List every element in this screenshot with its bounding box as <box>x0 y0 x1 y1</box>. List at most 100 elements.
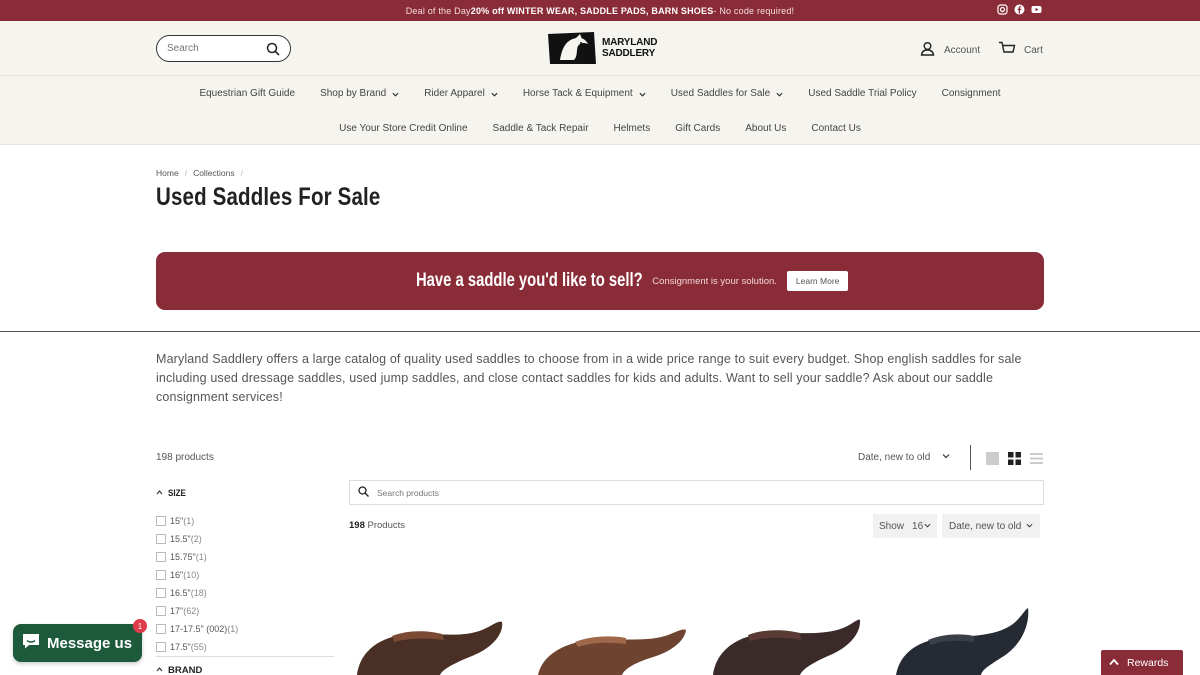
nav-item[interactable]: Rider Apparel <box>412 88 511 99</box>
saddle-image <box>713 619 861 675</box>
main-nav: Equestrian Gift Guide Shop by Brand Rider … <box>0 76 1200 145</box>
size-filter-option[interactable]: 16.5" (18) <box>156 584 334 602</box>
checkbox[interactable] <box>156 534 166 544</box>
show-value: 16 <box>912 520 924 532</box>
nav-item[interactable]: Used Saddle Trial Policy <box>796 88 929 99</box>
checkbox[interactable] <box>156 516 166 526</box>
view-toggle <box>986 452 1043 465</box>
instagram-icon[interactable] <box>997 4 1008 15</box>
cart-link[interactable]: Cart <box>998 41 1043 59</box>
size-filter-option[interactable]: 17.5" (55) <box>156 638 334 656</box>
checkbox[interactable] <box>156 642 166 652</box>
show-per-page-select[interactable]: Show 16 <box>873 514 938 538</box>
large-grid-view-icon[interactable] <box>986 452 999 465</box>
announcement-highlight: 20% off WINTER WEAR, SADDLE PADS, BARN S… <box>470 5 714 16</box>
banner-subtext: Consignment is your solution. <box>652 275 777 287</box>
saddle-image <box>538 629 686 675</box>
checkbox[interactable] <box>156 606 166 616</box>
size-label: 17-17.5" (002) <box>170 624 228 634</box>
size-filter-toggle[interactable]: SIZE <box>156 488 189 499</box>
search-icon <box>358 484 369 502</box>
nav-item[interactable]: Equestrian Gift Guide <box>187 88 308 99</box>
nav-item-label: Rider Apparel <box>424 88 485 99</box>
nav-item[interactable]: Gift Cards <box>663 123 733 134</box>
product-card[interactable] <box>886 600 1046 675</box>
nav-row-primary: Equestrian Gift Guide Shop by Brand Rider … <box>0 76 1200 111</box>
nav-item[interactable]: Saddle & Tack Repair <box>480 123 601 134</box>
nav-item[interactable]: Helmets <box>601 123 663 134</box>
size-label: 17.5" <box>170 642 191 652</box>
checkbox[interactable] <box>156 552 166 562</box>
nav-item[interactable]: About Us <box>733 123 799 134</box>
size-label: 15" <box>170 516 184 526</box>
search-icon[interactable] <box>266 42 280 61</box>
logo-text: MARYLAND SADDLERY <box>602 37 657 59</box>
message-us-button[interactable]: Message us 1 <box>13 619 147 662</box>
learn-more-button[interactable]: Learn More <box>786 271 849 291</box>
breadcrumb: Home / Collections / <box>156 168 243 178</box>
announcement-bar: Deal of the Day 20% off WINTER WEAR, SAD… <box>0 0 1200 21</box>
small-grid-view-icon[interactable] <box>1008 452 1021 465</box>
brand-filter-toggle[interactable]: BRAND <box>156 665 202 675</box>
nav-item[interactable]: Shop by Brand <box>308 88 412 99</box>
product-sort-select[interactable]: Date, new to old <box>942 514 1041 538</box>
nav-item-label: Horse Tack & Equipment <box>522 88 633 99</box>
size-label: 16.5" <box>170 588 191 598</box>
facebook-icon[interactable] <box>1014 4 1025 15</box>
nav-item-label: Shop by Brand <box>320 88 387 99</box>
checkbox[interactable] <box>156 570 166 580</box>
breadcrumb-home[interactable]: Home <box>156 168 179 178</box>
nav-item[interactable]: Use Your Store Credit Online <box>327 123 480 134</box>
page-title: Used Saddles For Sale <box>156 183 381 211</box>
account-link[interactable]: Account <box>920 41 980 59</box>
list-view-icon[interactable] <box>1030 452 1043 465</box>
header-search[interactable] <box>156 35 291 62</box>
nav-item[interactable]: Contact Us <box>799 123 873 134</box>
breadcrumb-separator: / <box>184 168 188 178</box>
chevron-down-icon <box>639 90 646 97</box>
message-us-label: Message us <box>47 634 133 652</box>
site-logo[interactable]: MARYLAND SADDLERY <box>546 30 657 66</box>
nav-item[interactable]: Consignment <box>929 88 1013 99</box>
sort-select[interactable]: Date, new to old <box>858 452 950 463</box>
chevron-up-icon <box>1109 657 1119 669</box>
logo-line2: SADDLERY <box>602 48 656 59</box>
search-input[interactable] <box>167 43 257 54</box>
cart-label: Cart <box>1024 44 1043 56</box>
breadcrumb-collections[interactable]: Collections <box>193 168 235 178</box>
product-card[interactable] <box>708 600 868 675</box>
size-filter-list: 15" (1) 15.5" (2) 15.75" (1) 16" (10) 16.5" (18) 1… <box>156 512 334 657</box>
size-filter-option[interactable]: 17" (62) <box>156 602 334 620</box>
youtube-icon[interactable] <box>1031 4 1042 15</box>
nav-row-secondary: Use Your Store Credit Online Saddle & Tac… <box>0 111 1200 146</box>
products-count-label: Products <box>364 520 405 531</box>
rewards-label: Rewards <box>1127 656 1169 669</box>
nav-item[interactable]: Horse Tack & Equipment <box>510 88 658 99</box>
chevron-down-icon <box>491 90 498 97</box>
logo-line1: MARYLAND <box>602 37 658 48</box>
product-search-input[interactable] <box>377 487 977 498</box>
size-filter-option[interactable]: 17-17.5" (002) (1) <box>156 620 334 638</box>
size-filter-option[interactable]: 16" (10) <box>156 566 334 584</box>
checkbox[interactable] <box>156 624 166 634</box>
size-filter-option[interactable]: 15.5" (2) <box>156 530 334 548</box>
checkbox[interactable] <box>156 588 166 598</box>
size-label: 17" <box>170 606 184 616</box>
nav-item[interactable]: Used Saddles for Sale <box>658 88 796 99</box>
size-count: (10) <box>183 570 200 580</box>
products-count-number: 198 <box>349 520 365 531</box>
product-card[interactable] <box>352 600 512 675</box>
size-count: (2) <box>190 534 202 544</box>
section-divider <box>0 331 1200 332</box>
rewards-button[interactable]: Rewards <box>1101 650 1183 675</box>
size-filter-option[interactable]: 15.75" (1) <box>156 548 334 566</box>
nav-item-label: Used Saddles for Sale <box>670 88 771 99</box>
size-label: 15.75" <box>170 552 196 562</box>
size-filter-option[interactable]: 15" (1) <box>156 512 334 530</box>
product-card[interactable] <box>530 600 690 675</box>
product-search[interactable] <box>349 480 1044 505</box>
account-label: Account <box>944 44 981 56</box>
chevron-up-icon <box>156 665 163 675</box>
user-icon <box>920 41 935 59</box>
announcement-prefix: Deal of the Day <box>405 5 471 16</box>
